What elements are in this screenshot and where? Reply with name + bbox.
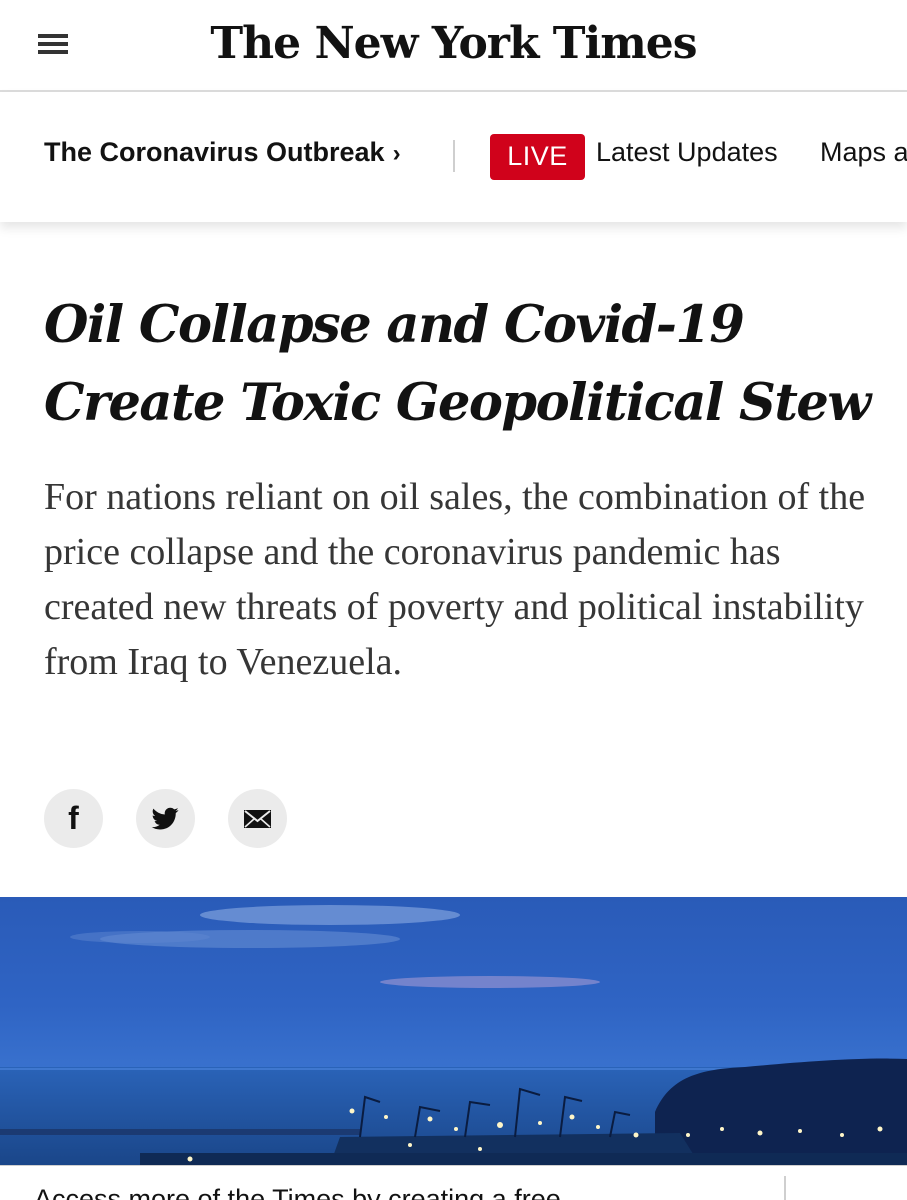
masthead: The New York Times <box>0 0 907 92</box>
harbor-dusk-photo <box>0 897 907 1165</box>
headline-line-2: Create Toxic Geopolitical Stew <box>44 373 871 433</box>
facebook-share-button[interactable]: f <box>44 789 103 848</box>
twitter-share-button[interactable] <box>136 789 195 848</box>
article-summary: For nations reliant on oil sales, the co… <box>44 476 866 683</box>
email-icon <box>244 810 271 828</box>
chevron-right-icon: › <box>392 140 401 167</box>
nyt-logo[interactable]: The New York Times <box>0 14 907 74</box>
twitter-icon <box>151 807 179 830</box>
headline-line-1: Oil Collapse and Covid-19 <box>44 295 745 355</box>
registration-text: Access more of the Times by creating a f… <box>34 1184 561 1200</box>
section-nav-bar: The Coronavirus Outbreak › LIVE Latest Up… <box>0 92 907 222</box>
section-link-coronavirus[interactable]: The Coronavirus Outbreak › <box>44 137 401 168</box>
article-headline: Oil Collapse and Covid-19 Create Toxic G… <box>44 286 874 442</box>
facebook-icon: f <box>68 800 79 836</box>
nav-link-maps[interactable]: Maps a <box>820 137 907 168</box>
reg-divider <box>784 1176 786 1200</box>
section-link-label: The Coronavirus Outbreak <box>44 137 385 167</box>
live-badge[interactable]: LIVE <box>490 134 585 180</box>
hero-image[interactable] <box>0 897 907 1165</box>
nav-link-latest-updates[interactable]: Latest Updates <box>596 137 778 168</box>
registration-bar[interactable]: Access more of the Times by creating a f… <box>0 1165 907 1200</box>
nav-divider <box>453 140 455 172</box>
email-share-button[interactable] <box>228 789 287 848</box>
